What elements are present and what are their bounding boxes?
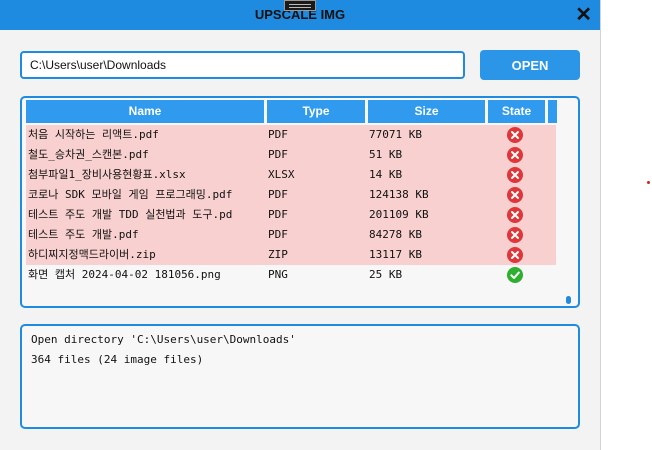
file-type-cell: ZIP [268, 248, 288, 261]
file-size-cell: 124138 KB [369, 188, 429, 201]
table-row[interactable]: 처음 시작하는 리액트.pdf PDF 77071 KB [26, 125, 556, 145]
path-input[interactable] [20, 51, 465, 79]
file-size-cell: 25 KB [369, 268, 403, 281]
table-row[interactable]: 철도_승차권_스캔본.pdf PDF 51 KB [26, 145, 556, 165]
table-row[interactable]: 코로나 SDK 모바일 게임 프로그래밍.pdf PDF 124138 KB [26, 185, 556, 205]
column-header-type[interactable]: Type [267, 100, 365, 123]
file-table: Name Type Size State 처음 시작하는 리액트.pdf PDF 7… [20, 96, 580, 308]
success-icon [507, 267, 523, 283]
error-icon [507, 147, 523, 163]
error-icon [507, 167, 523, 183]
drag-handle-icon[interactable] [284, 0, 316, 11]
file-type-cell: PDF [268, 188, 288, 201]
file-size-cell: 14 KB [369, 168, 403, 181]
error-icon [507, 247, 523, 263]
file-name-cell: 철도_승차권_스캔본.pdf [28, 148, 149, 161]
file-type-cell: PDF [268, 148, 288, 161]
title-bar[interactable]: UPSCALE IMG ✕ [0, 0, 600, 30]
scrollbar-thumb[interactable] [566, 296, 571, 304]
file-name-cell: 하디찌지정맥드라이버.zip [28, 248, 156, 261]
table-row[interactable]: 테스트 주도 개발 TDD 실천법과 도구.pd PDF 201109 KB [26, 205, 556, 225]
open-button[interactable]: OPEN [480, 50, 580, 80]
file-type-cell: XLSX [268, 168, 295, 181]
error-icon [507, 207, 523, 223]
file-size-cell: 77071 KB [369, 128, 422, 141]
column-header-state[interactable]: State [488, 100, 545, 123]
file-type-cell: PNG [268, 268, 288, 281]
file-name-cell: 테스트 주도 개발 TDD 실천법과 도구.pd [28, 208, 233, 221]
app-window: UPSCALE IMG ✕ OPEN Name Type Size State … [0, 0, 601, 450]
file-name-cell: 테스트 주도 개발.pdf [28, 228, 139, 241]
column-header-size[interactable]: Size [368, 100, 485, 123]
file-size-cell: 51 KB [369, 148, 403, 161]
file-size-cell: 13117 KB [369, 248, 422, 261]
log-panel: Open directory 'C:\Users\user\Downloads'… [20, 324, 580, 429]
column-header-name[interactable]: Name [26, 100, 264, 123]
table-row[interactable]: 화면 캡처 2024-04-02 181056.png PNG 25 KB [26, 265, 556, 285]
stray-dot [647, 181, 650, 184]
file-type-cell: PDF [268, 228, 288, 241]
table-row[interactable]: 테스트 주도 개발.pdf PDF 84278 KB [26, 225, 556, 245]
file-type-cell: PDF [268, 208, 288, 221]
file-size-cell: 201109 KB [369, 208, 429, 221]
close-button[interactable]: ✕ [575, 5, 592, 25]
column-header-filler [548, 100, 557, 123]
log-line: 364 files (24 image files) [31, 353, 204, 366]
file-name-cell: 처음 시작하는 리액트.pdf [28, 128, 159, 141]
error-icon [507, 227, 523, 243]
file-type-cell: PDF [268, 128, 288, 141]
error-icon [507, 187, 523, 203]
table-row[interactable]: 첨부파일1_장비사용현황표.xlsx XLSX 14 KB [26, 165, 556, 185]
file-name-cell: 화면 캡처 2024-04-02 181056.png [28, 268, 221, 281]
table-row[interactable]: 하디찌지정맥드라이버.zip ZIP 13117 KB [26, 245, 556, 265]
log-line: Open directory 'C:\Users\user\Downloads' [31, 333, 296, 346]
file-size-cell: 84278 KB [369, 228, 422, 241]
file-name-cell: 코로나 SDK 모바일 게임 프로그래밍.pdf [28, 188, 233, 201]
table-body: 처음 시작하는 리액트.pdf PDF 77071 KB 철도_승차권_스캔본.pdf… [26, 125, 556, 285]
file-name-cell: 첨부파일1_장비사용현황표.xlsx [28, 168, 186, 181]
error-icon [507, 127, 523, 143]
